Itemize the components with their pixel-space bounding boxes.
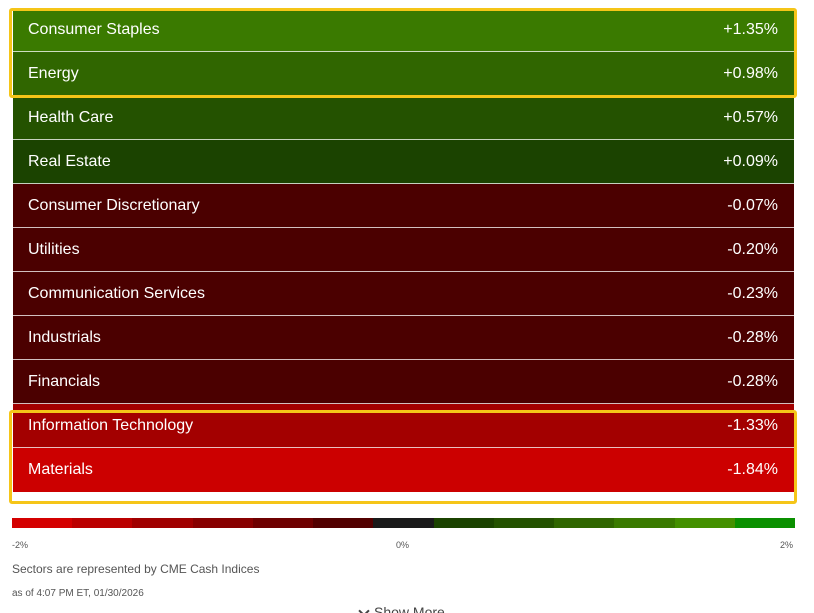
sector-list: Consumer Staples +1.35% Energy +0.98% Health… xyxy=(13,8,794,492)
sector-row[interactable]: Information Technology -1.33% xyxy=(13,404,794,448)
scale-segment xyxy=(72,518,133,528)
scale-segment xyxy=(313,518,374,528)
sector-heatmap: Consumer Staples +1.35% Energy +0.98% Health… xyxy=(0,0,814,613)
sector-name: Consumer Staples xyxy=(28,20,160,38)
sector-row[interactable]: Financials -0.28% xyxy=(13,360,794,404)
scale-segment xyxy=(614,518,675,528)
sector-change: -0.28% xyxy=(727,372,778,390)
sector-row[interactable]: Industrials -0.28% xyxy=(13,316,794,360)
sector-name: Information Technology xyxy=(28,416,194,434)
sector-name: Industrials xyxy=(28,328,101,346)
sector-change: -0.07% xyxy=(727,196,778,214)
scale-segment xyxy=(252,518,314,528)
sector-row[interactable]: Communication Services -0.23% xyxy=(13,272,794,316)
sector-row[interactable]: Utilities -0.20% xyxy=(13,228,794,272)
sector-change: -0.23% xyxy=(727,284,778,302)
sector-name: Energy xyxy=(28,64,79,82)
scale-mid-label: 0% xyxy=(396,540,410,550)
scale-segment xyxy=(433,518,494,528)
scale-segment xyxy=(493,518,555,528)
sector-change: -1.33% xyxy=(727,416,778,434)
sector-change: +0.57% xyxy=(723,108,778,126)
sector-name: Real Estate xyxy=(28,152,111,170)
scale-segment xyxy=(373,518,434,528)
sector-name: Financials xyxy=(28,372,101,390)
show-more-button[interactable]: Show More xyxy=(358,604,445,613)
timestamp: as of 4:07 PM ET, 01/30/2026 xyxy=(12,588,144,599)
scale-segment xyxy=(554,518,615,528)
sector-change: +0.98% xyxy=(723,64,778,82)
scale-segment xyxy=(12,518,73,528)
scale-min-label: -2% xyxy=(12,540,29,550)
scale-max-label: 2% xyxy=(780,540,794,550)
sector-name: Utilities xyxy=(28,240,80,258)
color-scale-bar xyxy=(12,518,796,528)
scale-segment xyxy=(192,518,253,528)
index-note: Sectors are represented by CME Cash Indi… xyxy=(12,562,260,576)
sector-name: Consumer Discretionary xyxy=(28,196,200,214)
sector-change: -0.20% xyxy=(727,240,778,258)
sector-name: Health Care xyxy=(28,108,114,126)
sector-name: Communication Services xyxy=(28,284,205,302)
show-more-label: Show More xyxy=(374,604,445,613)
chevron-down-icon xyxy=(358,605,370,613)
sector-change: +1.35% xyxy=(723,20,778,38)
sector-row[interactable]: Consumer Discretionary -0.07% xyxy=(13,184,794,228)
sector-row[interactable]: Health Care +0.57% xyxy=(13,96,794,140)
sector-row[interactable]: Consumer Staples +1.35% xyxy=(13,8,794,52)
scale-segment xyxy=(734,518,796,528)
sector-row[interactable]: Real Estate +0.09% xyxy=(13,140,794,184)
sector-change: -0.28% xyxy=(727,328,778,346)
sector-change: -1.84% xyxy=(727,461,778,478)
sector-name: Materials xyxy=(28,461,93,478)
scale-segment xyxy=(132,518,193,528)
sector-row[interactable]: Energy +0.98% xyxy=(13,52,794,96)
scale-segment xyxy=(674,518,735,528)
sector-row[interactable]: Materials -1.84% xyxy=(13,448,794,492)
sector-change: +0.09% xyxy=(723,152,778,170)
